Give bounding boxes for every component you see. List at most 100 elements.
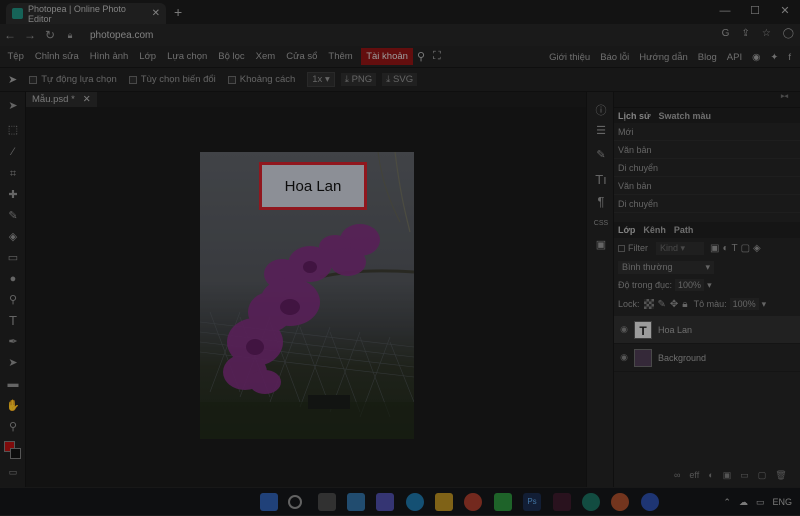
menu-blog[interactable]: Blog <box>693 52 722 63</box>
language-indicator[interactable]: ENG <box>772 497 792 507</box>
layer-effects-icon[interactable]: eff <box>689 470 699 481</box>
chrome-icon[interactable] <box>464 493 482 511</box>
kind-select[interactable]: Kind ▾ <box>656 241 704 255</box>
eraser-tool-icon[interactable]: ◈ <box>4 229 22 245</box>
type-tool-icon[interactable]: T <box>4 313 22 329</box>
menu-layer[interactable]: Lớp <box>134 51 162 62</box>
link-layers-icon[interactable]: ∞ <box>674 470 680 481</box>
lock-pixels-icon[interactable]: ✎ <box>658 299 666 310</box>
blur-tool-icon[interactable]: ● <box>4 271 22 287</box>
shape-tool-icon[interactable]: ▬ <box>4 376 22 392</box>
properties-icon[interactable]: ☰ <box>593 124 609 138</box>
adjustment-layer-icon[interactable]: ◐ <box>708 470 713 481</box>
css-icon[interactable]: CSS <box>593 220 609 234</box>
menu-more[interactable]: Thêm <box>323 51 358 62</box>
close-tab-icon[interactable]: ✕ <box>152 8 160 19</box>
text-layer-hoa-lan[interactable]: Hoa Lan <box>259 162 367 210</box>
image-panel-icon[interactable]: ▣ <box>593 238 609 252</box>
visibility-eye-icon[interactable]: ◉ <box>614 324 634 335</box>
quick-mask-icon[interactable]: ▭ <box>4 464 22 480</box>
search-taskbar-icon[interactable] <box>288 495 302 509</box>
distances-checkbox[interactable] <box>227 75 236 84</box>
filter-checkbox[interactable] <box>618 244 625 252</box>
info-icon[interactable]: ⓘ <box>593 102 609 117</box>
delete-layer-icon[interactable]: 🗑︎ <box>775 470 786 481</box>
fullscreen-icon[interactable]: ⛶ <box>429 50 445 63</box>
task-view-icon[interactable] <box>318 493 336 511</box>
menu-api[interactable]: API <box>722 52 747 63</box>
search-icon[interactable]: ⚲ <box>413 50 429 63</box>
move-tool-icon[interactable]: ➤ <box>4 98 22 114</box>
fill-dropdown-icon[interactable]: ▾ <box>762 299 767 310</box>
edge-browser-icon[interactable] <box>406 493 424 511</box>
export-png-button[interactable]: ⤓ PNG <box>340 73 377 86</box>
menu-select[interactable]: Lựa chọn <box>162 51 213 62</box>
menu-report-bug[interactable]: Báo lỗi <box>595 52 634 63</box>
brush-tool-icon[interactable]: ✎ <box>4 208 22 224</box>
menu-window[interactable]: Cửa sổ <box>281 51 323 62</box>
export-svg-button[interactable]: ⤓ SVG <box>382 73 418 86</box>
brush-panel-icon[interactable]: ✎ <box>593 148 609 162</box>
menu-account-button[interactable]: Tài khoản <box>361 48 413 65</box>
new-layer-icon[interactable]: ▢ <box>758 470 767 481</box>
opacity-dropdown-icon[interactable]: ▾ <box>707 280 712 291</box>
menu-view[interactable]: Xem <box>250 51 281 62</box>
minimize-icon[interactable]: — <box>710 0 740 22</box>
cloud-icon[interactable]: ☁ <box>739 497 748 508</box>
auto-select-option[interactable]: Tự động lựa chọn <box>29 74 117 85</box>
panel-collapse-icon[interactable]: ▸◂ <box>781 92 788 100</box>
lock-all-icon[interactable]: 🔒︎ <box>682 299 687 310</box>
history-item[interactable]: Văn bản <box>614 141 800 159</box>
healing-tool-icon[interactable]: ✚ <box>4 187 22 203</box>
menu-edit[interactable]: Chỉnh sửa <box>29 51 84 62</box>
app-icon[interactable] <box>553 493 571 511</box>
tray-overflow-icon[interactable]: ⌃ <box>723 497 731 508</box>
line-app-icon[interactable] <box>494 493 512 511</box>
layer-row-hoa-lan[interactable]: ◉ T Hoa Lan <box>614 316 800 344</box>
auto-select-checkbox[interactable] <box>29 75 38 84</box>
hand-tool-icon[interactable]: ✋ <box>4 398 22 414</box>
zoom-tool-icon[interactable]: ⚲ <box>4 419 22 435</box>
layer-mask-icon[interactable]: ▣ <box>723 470 732 481</box>
widgets-icon[interactable] <box>347 493 365 511</box>
tab-channels[interactable]: Kênh <box>643 225 666 235</box>
pen-tool-icon[interactable]: ✒ <box>4 334 22 350</box>
browser-app-icon[interactable] <box>582 493 600 511</box>
menu-tutorials[interactable]: Hướng dẫn <box>634 52 693 63</box>
forward-icon[interactable]: → <box>20 28 40 42</box>
history-item[interactable]: Di chuyển <box>614 195 800 213</box>
share-icon[interactable]: ⇪ <box>741 28 749 39</box>
google-icon[interactable]: G <box>722 28 730 39</box>
orchid-photo[interactable]: Hoa Lan <box>200 152 414 439</box>
magic-wand-tool-icon[interactable]: ⁄ <box>4 144 22 160</box>
browser-tab[interactable]: Photopea | Online Photo Editor ✕ <box>6 3 166 24</box>
dodge-tool-icon[interactable]: ⚲ <box>4 292 22 308</box>
paragraph-icon[interactable]: ¶ <box>593 194 609 209</box>
file-explorer-icon[interactable] <box>435 493 453 511</box>
tab-layers[interactable]: Lớp <box>618 225 635 235</box>
history-item[interactable]: Di chuyển <box>614 159 800 177</box>
close-document-icon[interactable]: ✕ <box>83 94 91 105</box>
zalo-icon[interactable] <box>641 493 659 511</box>
background-color-swatch[interactable] <box>10 448 21 459</box>
new-tab-icon[interactable]: + <box>174 4 182 20</box>
layer-row-background[interactable]: ◉ Background <box>614 344 800 372</box>
transform-checkbox[interactable] <box>128 75 137 84</box>
gradient-tool-icon[interactable]: ▭ <box>4 250 22 266</box>
distances-option[interactable]: Khoảng cách <box>227 74 295 85</box>
blend-mode-select[interactable]: Bình thường ▾ <box>618 260 714 274</box>
zoom-select[interactable]: 1x ▾ <box>307 72 335 87</box>
new-group-icon[interactable]: ▭ <box>740 470 749 481</box>
facebook-icon[interactable]: f <box>783 52 796 63</box>
windows-start-icon[interactable] <box>260 493 278 511</box>
visibility-eye-icon[interactable]: ◉ <box>614 352 634 363</box>
maximize-icon[interactable]: ☐ <box>740 0 770 22</box>
close-window-icon[interactable]: ✕ <box>770 0 800 22</box>
star-icon[interactable]: ☆ <box>762 28 771 39</box>
tab-swatches[interactable]: Swatch màu <box>659 111 712 121</box>
back-icon[interactable]: ← <box>0 28 20 42</box>
url-field[interactable]: photopea.com <box>90 30 153 41</box>
chrome-active-icon[interactable] <box>611 493 629 511</box>
menu-filter[interactable]: Bộ lọc <box>213 51 250 62</box>
reddit-icon[interactable]: ◉ <box>747 52 765 63</box>
